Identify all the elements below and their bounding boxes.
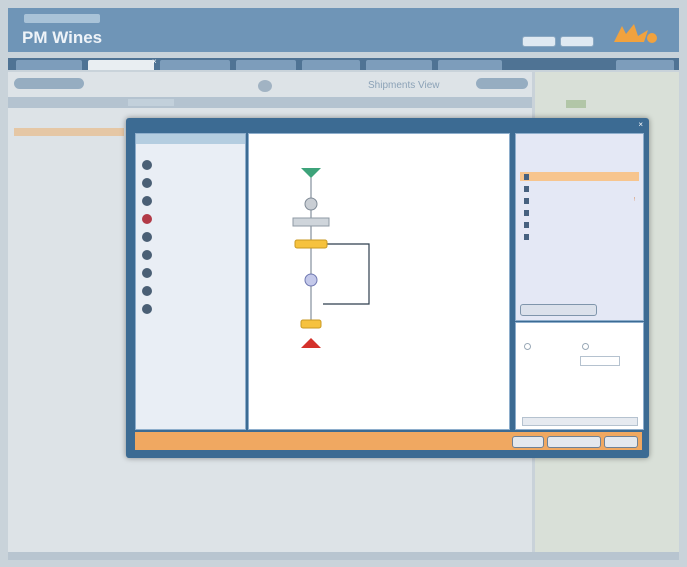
dependency-item[interactable] (520, 220, 639, 229)
no-state-icon (142, 196, 152, 206)
radio-icon (524, 343, 531, 350)
document-icon (524, 197, 529, 204)
dependency-item[interactable] (520, 184, 639, 193)
end-icon (142, 178, 152, 188)
loop-connector (323, 243, 370, 305)
workflow-node[interactable] (304, 197, 318, 211)
decision-node[interactable] (294, 239, 328, 249)
dependencies-panel: ! (515, 133, 644, 321)
header-button-2[interactable] (560, 36, 594, 47)
radio-icon (582, 343, 589, 350)
workflow-diagram (292, 168, 370, 348)
close-tab-icon[interactable]: × (152, 58, 160, 66)
wait-node[interactable] (300, 319, 322, 329)
user-node[interactable] (304, 273, 318, 287)
radio-option-1[interactable] (524, 343, 534, 350)
tab-6[interactable] (366, 60, 432, 70)
start-node[interactable] (301, 168, 321, 178)
tab-4[interactable] (236, 60, 296, 70)
tab-bar: × (8, 58, 679, 70)
user-icon (142, 268, 152, 278)
tab-1[interactable] (16, 60, 82, 70)
script-icon (142, 304, 152, 314)
workflow-dialog: × ! (126, 118, 649, 458)
status-bar (8, 552, 679, 560)
end-node[interactable] (301, 338, 321, 348)
workflow-icon (142, 232, 152, 242)
warning-icon: ! (633, 197, 635, 203)
footer-button-2[interactable] (547, 436, 601, 448)
footer-button-3[interactable] (604, 436, 638, 448)
properties-panel (515, 322, 644, 430)
dependency-item[interactable] (520, 208, 639, 217)
document-icon (524, 233, 529, 240)
shape-palette (135, 133, 246, 430)
property-field[interactable] (580, 356, 620, 366)
subworkflow-icon (142, 250, 152, 260)
tab-7[interactable] (438, 60, 502, 70)
brand-logo-icon (614, 24, 657, 43)
nav-pill[interactable] (24, 14, 100, 23)
document-icon (524, 221, 529, 228)
tab-8[interactable] (616, 60, 674, 70)
stop-icon (142, 214, 152, 224)
document-icon (524, 185, 529, 192)
palette-title (136, 134, 245, 144)
workflow-canvas[interactable] (248, 133, 510, 430)
footer-button-1[interactable] (512, 436, 544, 448)
document-icon (524, 173, 529, 180)
tab-5[interactable] (302, 60, 360, 70)
header-button-1[interactable] (522, 36, 556, 47)
horizontal-scrollbar[interactable] (522, 417, 638, 426)
radio-option-2[interactable] (582, 343, 592, 350)
tab-2[interactable] (88, 60, 154, 70)
add-dependency-button[interactable] (520, 304, 597, 316)
close-icon[interactable]: × (638, 120, 643, 129)
document-icon (524, 209, 529, 216)
dependency-item[interactable]: ! (520, 196, 639, 205)
app-title: PM Wines (22, 28, 103, 47)
app-header: PM Wines (8, 8, 679, 52)
tab-3[interactable] (160, 60, 230, 70)
start-icon (142, 160, 152, 170)
dependency-item[interactable] (520, 232, 639, 241)
dependency-item[interactable] (520, 172, 639, 181)
state-node[interactable] (292, 217, 330, 227)
dialog-footer (135, 432, 642, 450)
wait-icon (142, 286, 152, 296)
